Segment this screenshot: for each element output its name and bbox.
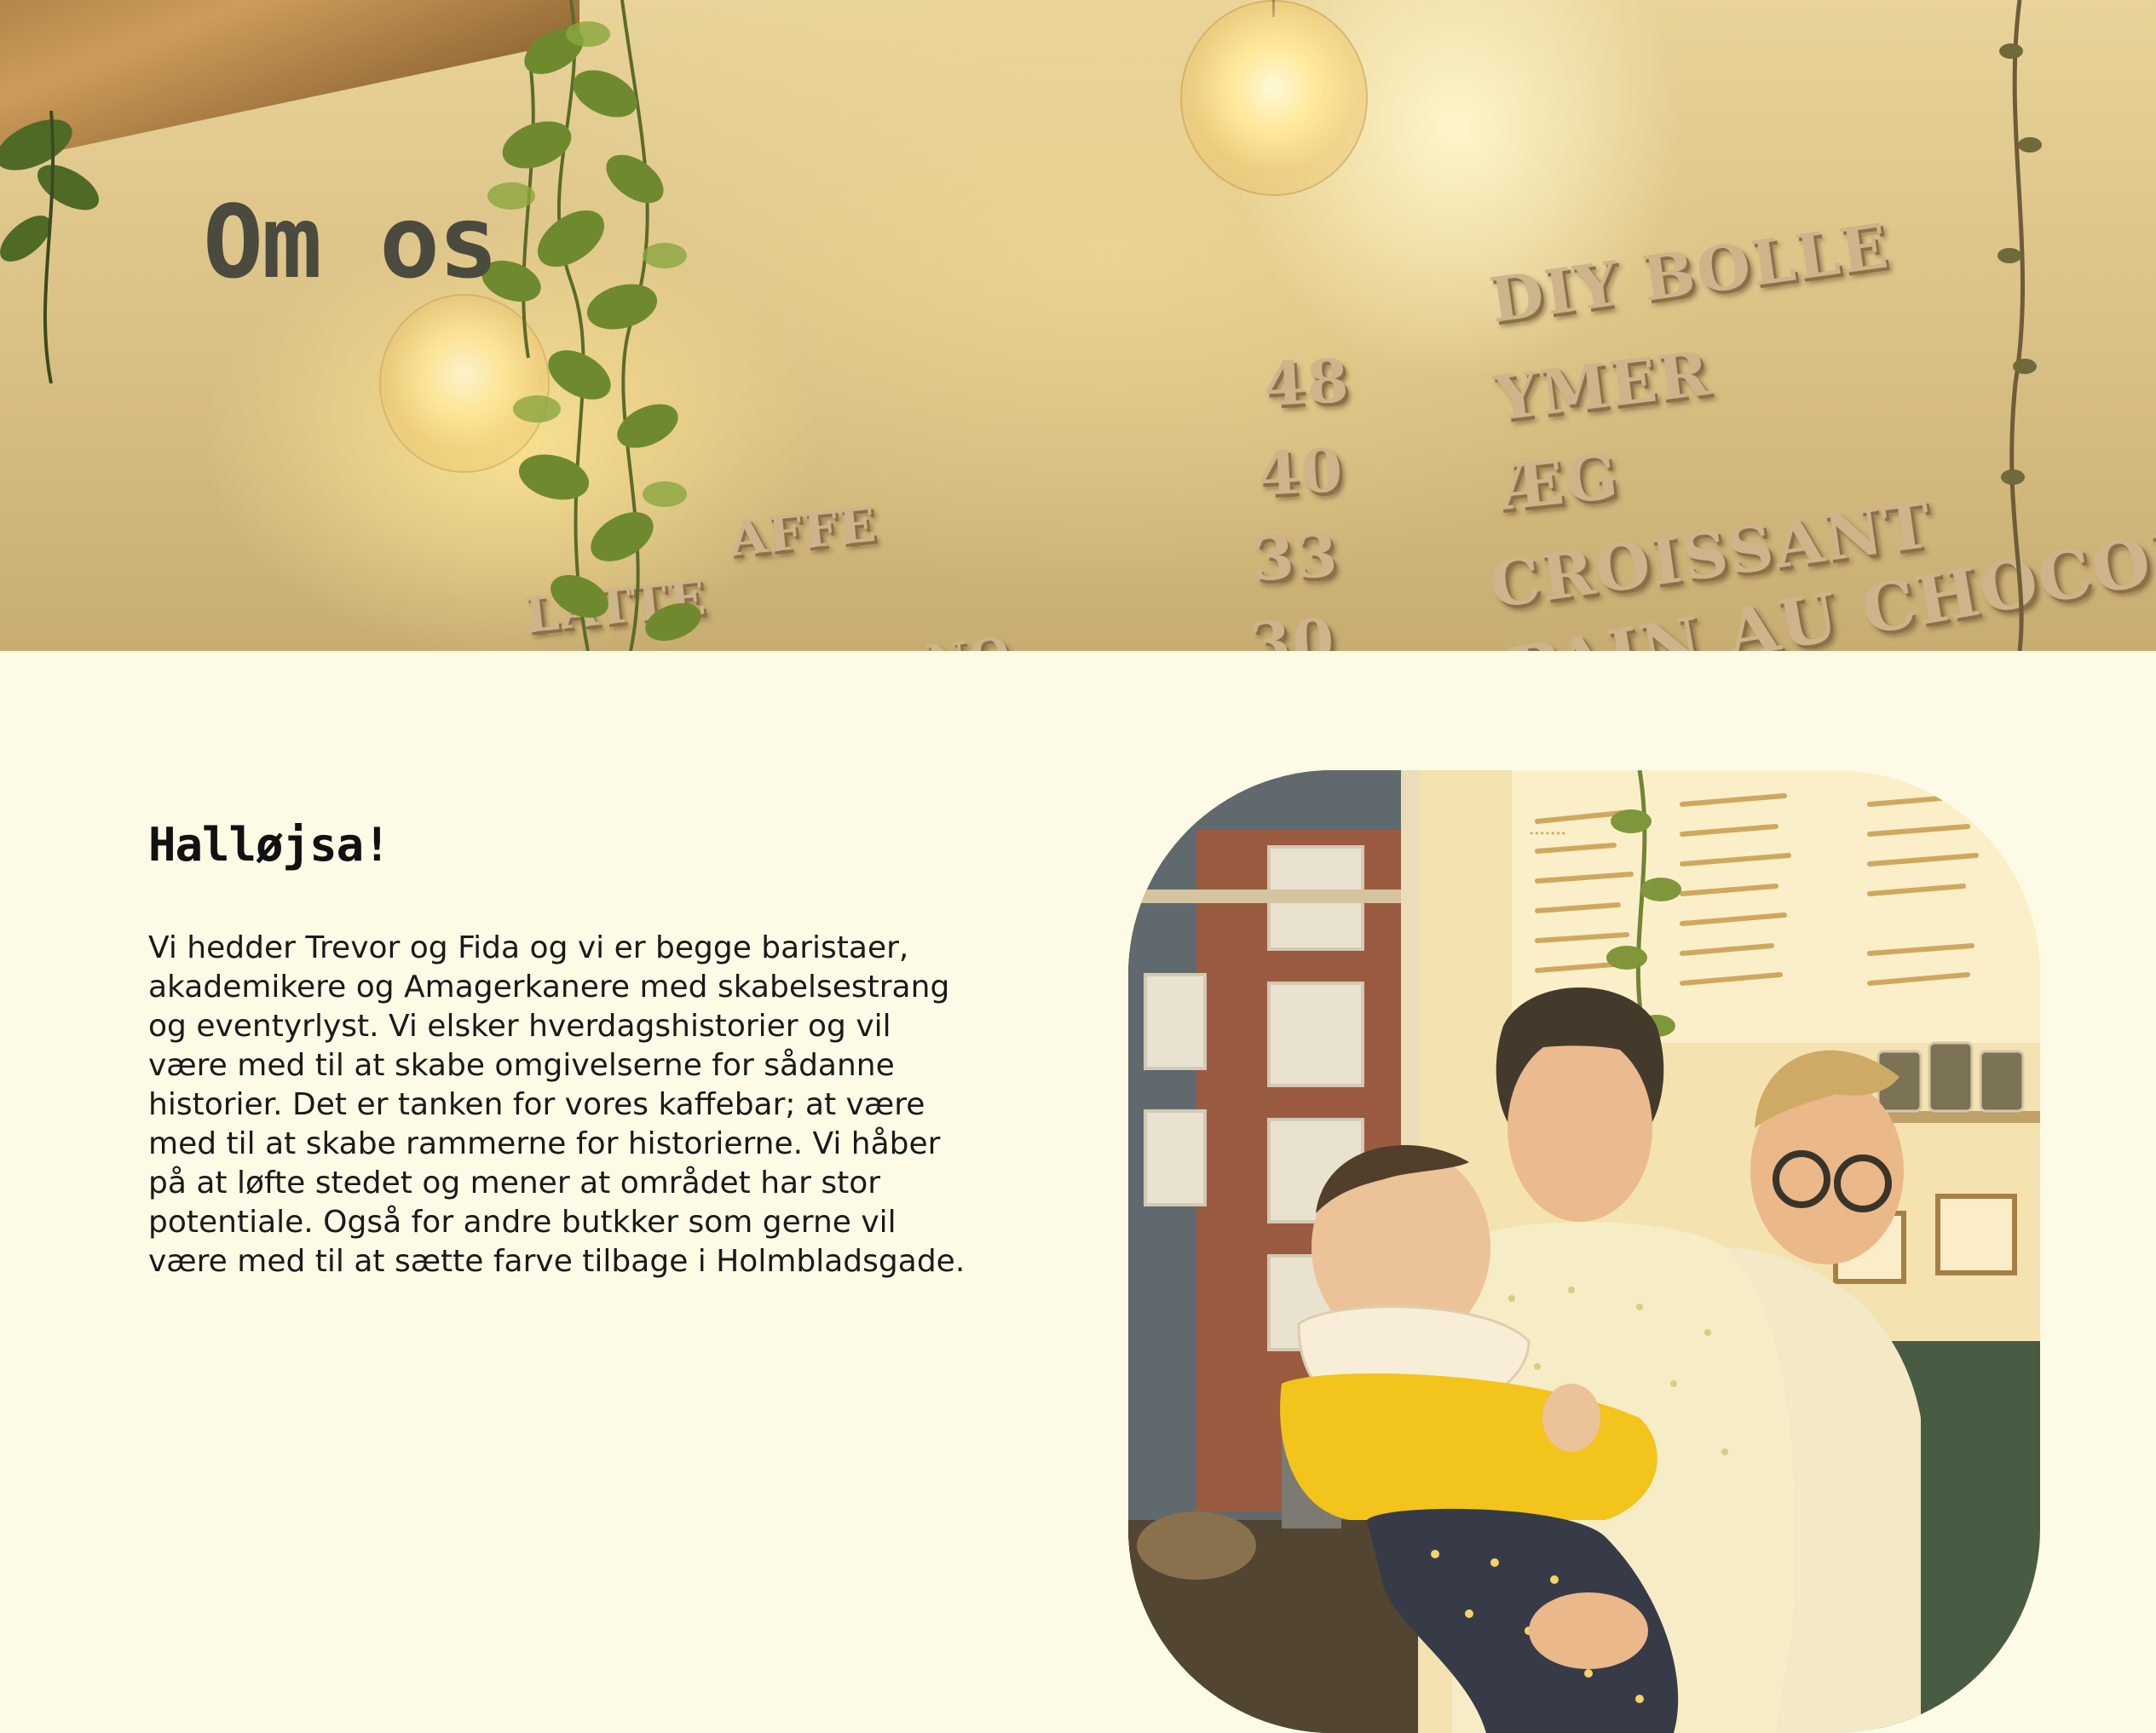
menu-board-price: 48	[1261, 344, 1352, 420]
menu-board-fragment: NO	[923, 626, 1014, 651]
menu-board-price: 40	[1255, 434, 1346, 510]
about-paragraph: Vi hedder Trevor og Fida og vi er begge …	[148, 930, 966, 1279]
plant-vine-image	[481, 0, 701, 651]
menu-board-item: YMER	[1490, 336, 1715, 435]
about-heading: Halløjsa!	[148, 818, 391, 872]
menu-board-price: 33	[1250, 519, 1341, 595]
menu-board-item: ÆG	[1496, 439, 1623, 524]
family-photo-illustration: ·······	[1128, 770, 2040, 1733]
plant-image	[0, 111, 100, 383]
page-title: Om os	[203, 183, 499, 301]
wall-vine-image	[1997, 0, 2042, 651]
about-section: Halløjsa! Vi hedder Trevor og Fida og vi…	[0, 651, 2156, 1733]
family-photo: ·······	[1128, 770, 2040, 1733]
lightbulb-image	[1180, 0, 1368, 196]
menu-board-item: DIY BOLLE	[1485, 209, 1894, 337]
menu-board-price: 30	[1247, 604, 1338, 651]
hero-banner: DIY BOLLE YMER ÆG CROISSANT PAIN AU CHOC…	[0, 0, 2156, 651]
